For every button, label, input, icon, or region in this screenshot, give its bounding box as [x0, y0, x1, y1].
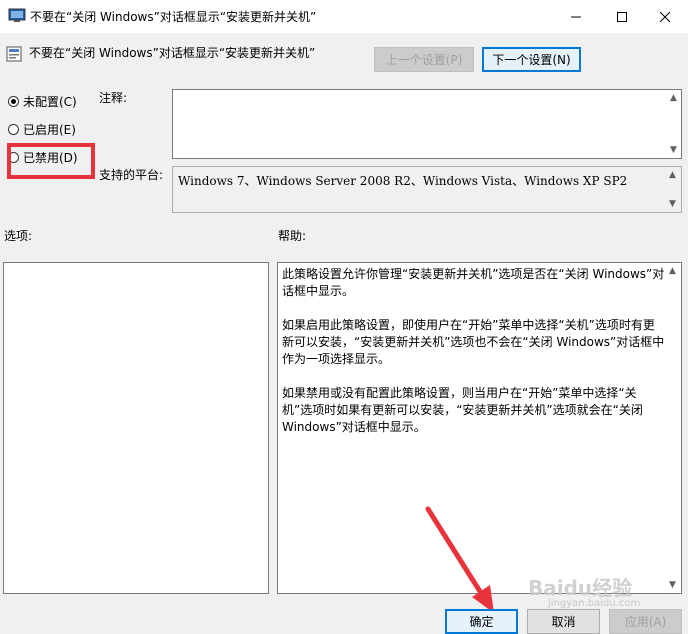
supported-platform-box: Windows 7、Windows Server 2008 R2、Windows… [172, 166, 682, 213]
radio-enabled[interactable]: 已启用(E) [8, 121, 76, 138]
minimize-icon [571, 16, 581, 17]
help-scrollbar[interactable]: ▲ ▼ [664, 263, 681, 593]
ok-button[interactable]: 确定 [445, 609, 518, 634]
comment-textarea[interactable] [172, 89, 682, 159]
next-setting-button[interactable]: 下一个设置(N) [482, 47, 581, 72]
options-label: 选项: [4, 229, 33, 243]
scroll-up-icon[interactable]: ▲ [664, 263, 681, 279]
scroll-up-icon[interactable]: ▲ [664, 167, 681, 183]
apply-button[interactable]: 应用(A) [609, 609, 682, 634]
help-paragraph: 如果禁用或没有配置此策略设置，则当用户在“开始”菜单中选择“关机”选项时如果有更… [282, 386, 643, 434]
policy-setting-icon [6, 46, 22, 62]
scroll-down-icon[interactable]: ▼ [664, 196, 681, 212]
policy-title: 不要在“关闭 Windows”对话框显示“安装更新并关机” [29, 46, 316, 60]
options-panel [3, 262, 269, 594]
supported-platform-value: Windows 7、Windows Server 2008 R2、Windows… [178, 174, 628, 188]
annotation-highlight-box [7, 143, 95, 179]
close-button[interactable] [642, 0, 688, 33]
help-label: 帮助: [278, 229, 307, 243]
window-title: 不要在“关闭 Windows”对话框显示“安装更新并关机” [30, 10, 317, 24]
policy-window-icon [8, 8, 26, 22]
help-paragraph: 如果启用此策略设置，即使用户在“开始”菜单中选择“关机”选项时有更新可以安装，“… [282, 318, 665, 366]
minimize-button[interactable] [553, 0, 599, 33]
platform-scrollbar[interactable]: ▲ ▼ [664, 167, 681, 212]
supported-platform-label: 支持的平台: [99, 168, 164, 182]
comment-scrollbar[interactable]: ▲ ▼ [665, 90, 681, 158]
baidu-watermark-url: jingyan.baidu.com [548, 598, 641, 609]
close-icon [659, 11, 671, 22]
radio-not-configured[interactable]: 未配置(C) [8, 93, 77, 110]
annotation-arrow-icon [425, 506, 494, 613]
scroll-down-icon[interactable]: ▼ [665, 142, 682, 158]
maximize-button[interactable] [599, 0, 645, 33]
radio-button-selected[interactable] [8, 96, 19, 107]
help-text: 此策略设置允许你管理“安装更新并关机”选项是否在“关闭 Windows”对话框中… [282, 266, 666, 453]
previous-setting-button[interactable]: 上一个设置(P) [374, 47, 474, 72]
comment-label: 注释: [99, 91, 128, 105]
maximize-icon [617, 11, 627, 22]
cancel-button[interactable]: 取消 [527, 609, 600, 634]
radio-label: 未配置(C) [23, 95, 77, 109]
scroll-up-icon[interactable]: ▲ [665, 90, 682, 106]
help-paragraph: 此策略设置允许你管理“安装更新并关机”选项是否在“关闭 Windows”对话框中… [282, 267, 665, 298]
radio-label: 已启用(E) [23, 123, 76, 137]
radio-button[interactable] [8, 124, 19, 135]
